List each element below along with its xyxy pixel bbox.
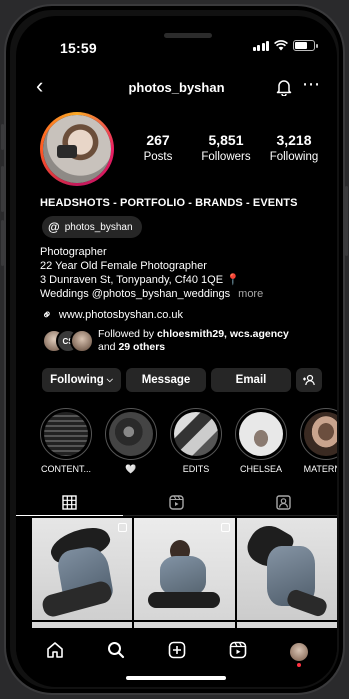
- post-thumbnail[interactable]: [134, 518, 235, 620]
- threads-badge[interactable]: @ photos_byshan: [42, 216, 142, 238]
- battery-icon: [293, 40, 318, 51]
- carousel-icon: [220, 523, 230, 532]
- bio-weddings-mention[interactable]: Weddings @photos_byshan_weddings: [40, 288, 230, 300]
- chevron-down-icon: ⌵: [106, 375, 113, 384]
- tab-grid[interactable]: [16, 490, 123, 516]
- avatar: [70, 329, 94, 353]
- search-icon: [107, 641, 124, 658]
- post-thumbnail[interactable]: [32, 518, 133, 620]
- tab-tagged[interactable]: [230, 490, 337, 516]
- highlight-label: EDITS: [182, 464, 210, 474]
- volume-up-button: [1, 166, 4, 212]
- home-indicator[interactable]: [126, 676, 226, 680]
- profile-tabs: [16, 490, 337, 516]
- nav-profile[interactable]: [284, 643, 314, 667]
- home-icon: [46, 641, 63, 658]
- wifi-icon: [274, 40, 288, 51]
- message-button[interactable]: Message: [126, 368, 206, 392]
- posts-stat[interactable]: 267 Posts: [126, 132, 190, 163]
- highlight-item[interactable]: MATERN...: [298, 408, 337, 475]
- highlight-thumbnail: [109, 412, 153, 456]
- highlight-thumbnail: [44, 412, 88, 456]
- website-link[interactable]: ⚭ www.photosbyshan.co.uk: [38, 305, 184, 323]
- followers-label: Followers: [201, 151, 251, 163]
- camera-icon: [57, 145, 77, 158]
- posts-grid: [32, 518, 337, 628]
- reels-icon: [229, 641, 246, 658]
- add-post-icon: [168, 641, 185, 658]
- profile-actions: Following ⌵ Message Email: [42, 368, 322, 392]
- nav-create[interactable]: [162, 641, 192, 664]
- post-thumbnail[interactable]: [236, 518, 337, 620]
- followers-stat[interactable]: 5,851 Followers: [194, 132, 258, 163]
- following-button[interactable]: Following ⌵: [42, 368, 121, 392]
- followed-by-avatars: CS: [42, 329, 94, 353]
- post-thumbnail[interactable]: [32, 622, 133, 628]
- highlight-label: CHELSEA: [239, 464, 283, 474]
- more-options-button[interactable]: ⋯: [302, 74, 321, 95]
- highlight-item[interactable]: CONTENT...: [38, 408, 94, 475]
- followed-by[interactable]: CS Followed by chloesmith29, wcs.agency …: [42, 328, 289, 354]
- post-thumbnail[interactable]: [236, 622, 337, 628]
- posts-label: Posts: [143, 151, 173, 163]
- add-user-button[interactable]: [296, 368, 322, 392]
- volume-down-button: [1, 220, 4, 266]
- tagged-icon: [276, 495, 291, 510]
- mute-switch: [1, 124, 4, 150]
- speaker: [164, 33, 212, 38]
- highlight-thumbnail: [174, 412, 218, 456]
- nav-reels[interactable]: [223, 641, 253, 664]
- bio-line: Photographer: [40, 246, 107, 258]
- avatar: [289, 643, 308, 661]
- bio-line: 22 Year Old Female Photographer: [40, 260, 207, 272]
- threads-icon: @: [48, 220, 60, 234]
- highlight-item[interactable]: 🤍: [103, 408, 159, 475]
- followers-count: 5,851: [208, 132, 244, 148]
- following-count: 3,218: [276, 132, 312, 148]
- grid-icon: [62, 495, 77, 510]
- signal-icon: [252, 40, 269, 51]
- profile-avatar[interactable]: [40, 112, 114, 186]
- story-highlights: CONTENT... 🤍 EDITS CHELSEA MATERN...: [38, 408, 337, 475]
- status-time: 15:59: [60, 40, 97, 56]
- profile-category: HEADSHOTS - PORTFOLIO - BRANDS - EVENTS: [40, 197, 298, 209]
- screen: 15:59 ‹ photos_byshan ⋯ 267 Posts 5,851 …: [16, 16, 337, 687]
- profile-stats: 267 Posts 5,851 Followers 3,218 Followin…: [126, 132, 326, 163]
- highlight-label: MATERN...: [303, 464, 337, 474]
- highlight-thumbnail: [239, 412, 283, 456]
- post-thumbnail[interactable]: [134, 622, 235, 628]
- bio-line: Weddings @photos_byshan_weddings more: [40, 287, 263, 301]
- highlight-label: 🤍: [125, 464, 137, 474]
- link-icon: ⚭: [37, 305, 57, 324]
- bell-icon[interactable]: [275, 78, 293, 96]
- followed-by-text: Followed by chloesmith29, wcs.agency and…: [98, 328, 289, 353]
- highlight-thumbnail: [304, 412, 337, 456]
- email-button[interactable]: Email: [211, 368, 291, 392]
- phone-frame: 15:59 ‹ photos_byshan ⋯ 267 Posts 5,851 …: [1, 4, 348, 695]
- power-button: [345, 186, 348, 256]
- notification-dot: [296, 663, 301, 667]
- bio-line: 3 Dunraven St, Tonypandy, Cf40 1QE 📍: [40, 274, 240, 286]
- bottom-navigation: [16, 632, 337, 672]
- add-user-icon: [303, 374, 315, 386]
- website-url: www.photosbyshan.co.uk: [58, 309, 184, 321]
- threads-handle: photos_byshan: [64, 221, 133, 233]
- status-icons: [252, 40, 318, 51]
- highlight-label: CONTENT...: [40, 464, 91, 474]
- nav-home[interactable]: [40, 641, 70, 664]
- bio-more-link[interactable]: more: [238, 288, 263, 300]
- highlight-item[interactable]: EDITS: [168, 408, 224, 475]
- profile-header: ‹ photos_byshan ⋯: [16, 72, 337, 102]
- status-bar: 15:59: [16, 16, 337, 56]
- following-label: Following: [269, 151, 319, 163]
- following-stat[interactable]: 3,218 Following: [262, 132, 326, 163]
- carousel-icon: [118, 523, 128, 532]
- reels-icon: [169, 495, 184, 510]
- nav-search[interactable]: [101, 641, 131, 664]
- profile-bio: Photographer 22 Year Old Female Photogra…: [40, 245, 263, 301]
- posts-count: 267: [146, 132, 170, 148]
- highlight-item[interactable]: CHELSEA: [233, 408, 289, 475]
- avatar: [43, 115, 111, 183]
- tab-reels[interactable]: [123, 490, 230, 516]
